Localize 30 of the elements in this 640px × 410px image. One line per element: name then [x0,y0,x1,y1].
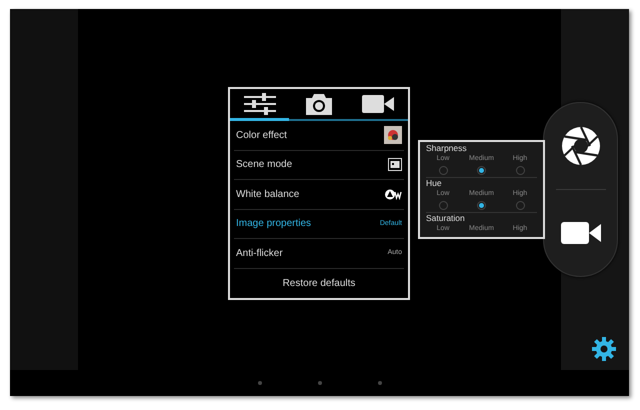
color-effect-icon [384,126,402,144]
menu-item[interactable]: Scene mode [234,150,404,180]
menu-label: Scene mode [236,158,292,172]
settings-icon[interactable] [591,336,617,362]
nav-dot[interactable] [258,381,262,385]
radio-button[interactable] [438,166,448,175]
property-label: Saturation [426,213,466,224]
menu-item[interactable]: Color effect [234,121,404,150]
picture-icon [388,158,402,172]
menu-label: White balance [236,188,300,202]
radio-button[interactable] [438,201,448,210]
radio-button[interactable] [477,166,486,175]
aperture-icon [560,126,600,166]
property-label: Hue [426,178,443,189]
restore-defaults-button[interactable]: Restore defaults [234,268,404,298]
nav-dot[interactable] [318,381,322,385]
nav-dot[interactable] [378,381,382,385]
radio-button[interactable] [516,166,524,175]
property-label: Sharpness [426,143,468,154]
wb-mode-icon [384,188,402,200]
menu-label: Image properties [236,217,312,232]
radio-button[interactable] [516,201,524,210]
camera-icon [304,93,333,115]
sliders-icon [242,92,278,114]
radio-button[interactable] [477,201,486,210]
menu-item[interactable]: White balance [234,180,404,210]
video-camera-icon [362,94,394,114]
menu-label: Anti-flicker [236,246,283,261]
video-camera-icon [560,221,600,245]
menu-label: Color effect [236,128,287,143]
